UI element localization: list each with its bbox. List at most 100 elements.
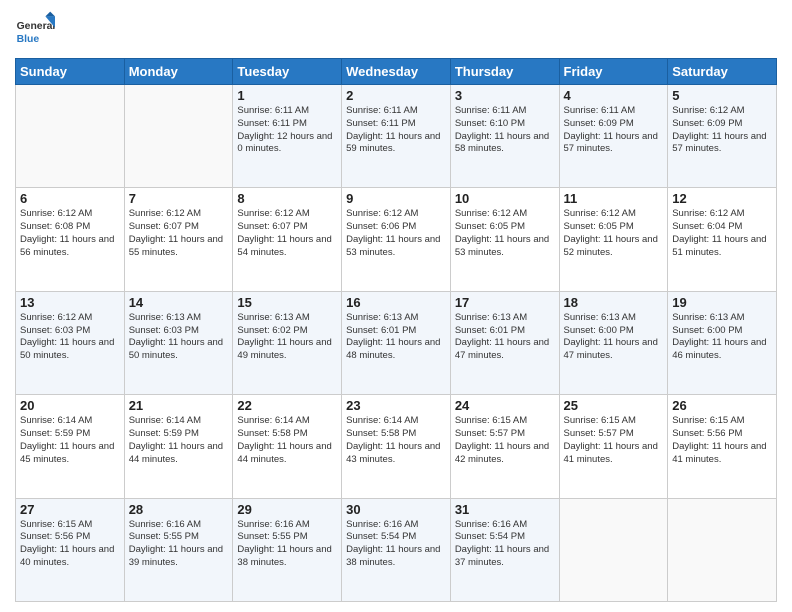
- page: General Blue SundayMondayTuesdayWednesda…: [0, 0, 792, 612]
- day-number: 7: [129, 191, 229, 206]
- day-number: 22: [237, 398, 337, 413]
- calendar-cell: 9 Sunrise: 6:12 AMSunset: 6:06 PMDaylight…: [342, 188, 451, 291]
- calendar-cell: 13Sunrise: 6:12 AMSunset: 6:03 PMDayligh…: [16, 291, 125, 394]
- generalblue-logo-icon: General Blue: [15, 10, 55, 50]
- day-info: Sunrise: 6:13 AMSunset: 6:01 PMDaylight:…: [455, 312, 555, 363]
- calendar-cell: 28Sunrise: 6:16 AMSunset: 5:55 PMDayligh…: [124, 498, 233, 601]
- calendar-cell: 26 Sunrise: 6:15 AMSunset: 5:56 PMDayligh…: [668, 395, 777, 498]
- day-info: Sunrise: 6:16 AMSunset: 5:54 PMDaylight:…: [346, 519, 446, 570]
- calendar-cell: 21Sunrise: 6:14 AMSunset: 5:59 PMDayligh…: [124, 395, 233, 498]
- day-number: 14: [129, 295, 229, 310]
- day-number: 28: [129, 502, 229, 517]
- day-number: 16: [346, 295, 446, 310]
- day-info: Sunrise: 6:14 AMSunset: 5:58 PMDaylight:…: [346, 415, 446, 466]
- day-info: Sunrise: 6:13 AMSunset: 6:00 PMDaylight:…: [564, 312, 664, 363]
- calendar-cell: 8Sunrise: 6:12 AMSunset: 6:07 PMDaylight…: [233, 188, 342, 291]
- weekday-header-friday: Friday: [559, 59, 668, 85]
- calendar-cell: [124, 85, 233, 188]
- calendar-cell: 29Sunrise: 6:16 AMSunset: 5:55 PMDayligh…: [233, 498, 342, 601]
- calendar-cell: 7 Sunrise: 6:12 AMSunset: 6:07 PMDaylight…: [124, 188, 233, 291]
- day-info: Sunrise: 6:12 AMSunset: 6:08 PMDaylight:…: [20, 208, 120, 259]
- day-number: 18: [564, 295, 664, 310]
- calendar-cell: 1 Sunrise: 6:11 AMSunset: 6:11 PMDaylight…: [233, 85, 342, 188]
- weekday-header-wednesday: Wednesday: [342, 59, 451, 85]
- day-info: Sunrise: 6:12 AMSunset: 6:07 PMDaylight:…: [129, 208, 229, 259]
- calendar-cell: 20Sunrise: 6:14 AMSunset: 5:59 PMDayligh…: [16, 395, 125, 498]
- day-info: Sunrise: 6:11 AMSunset: 6:09 PMDaylight:…: [564, 105, 664, 156]
- day-number: 1: [237, 88, 337, 103]
- day-number: 9: [346, 191, 446, 206]
- calendar-cell: 22Sunrise: 6:14 AMSunset: 5:58 PMDayligh…: [233, 395, 342, 498]
- day-info: Sunrise: 6:12 AMSunset: 6:05 PMDaylight:…: [455, 208, 555, 259]
- day-number: 4: [564, 88, 664, 103]
- header: General Blue: [15, 10, 777, 50]
- svg-text:General: General: [17, 21, 55, 32]
- day-number: 2: [346, 88, 446, 103]
- day-info: Sunrise: 6:12 AMSunset: 6:03 PMDaylight:…: [20, 312, 120, 363]
- calendar-cell: 14 Sunrise: 6:13 AMSunset: 6:03 PMDayligh…: [124, 291, 233, 394]
- calendar-cell: 31 Sunrise: 6:16 AMSunset: 5:54 PMDayligh…: [450, 498, 559, 601]
- day-number: 20: [20, 398, 120, 413]
- weekday-header-sunday: Sunday: [16, 59, 125, 85]
- day-info: Sunrise: 6:13 AMSunset: 6:00 PMDaylight:…: [672, 312, 772, 363]
- calendar-cell: 2 Sunrise: 6:11 AMSunset: 6:11 PMDaylight…: [342, 85, 451, 188]
- calendar-cell: [559, 498, 668, 601]
- day-number: 17: [455, 295, 555, 310]
- calendar-cell: [16, 85, 125, 188]
- calendar-cell: 5Sunrise: 6:12 AMSunset: 6:09 PMDaylight…: [668, 85, 777, 188]
- weekday-header-saturday: Saturday: [668, 59, 777, 85]
- calendar-cell: 3Sunrise: 6:11 AMSunset: 6:10 PMDaylight…: [450, 85, 559, 188]
- calendar-cell: 16 Sunrise: 6:13 AMSunset: 6:01 PMDayligh…: [342, 291, 451, 394]
- calendar-cell: 11 Sunrise: 6:12 AMSunset: 6:05 PMDayligh…: [559, 188, 668, 291]
- calendar-week-row-2: 6Sunrise: 6:12 AMSunset: 6:08 PMDaylight…: [16, 188, 777, 291]
- day-info: Sunrise: 6:13 AMSunset: 6:01 PMDaylight:…: [346, 312, 446, 363]
- day-info: Sunrise: 6:12 AMSunset: 6:04 PMDaylight:…: [672, 208, 772, 259]
- day-info: Sunrise: 6:12 AMSunset: 6:09 PMDaylight:…: [672, 105, 772, 156]
- day-number: 31: [455, 502, 555, 517]
- weekday-header-monday: Monday: [124, 59, 233, 85]
- calendar-cell: 17 Sunrise: 6:13 AMSunset: 6:01 PMDayligh…: [450, 291, 559, 394]
- day-number: 25: [564, 398, 664, 413]
- day-info: Sunrise: 6:11 AMSunset: 6:11 PMDaylight:…: [346, 105, 446, 156]
- day-info: Sunrise: 6:16 AMSunset: 5:54 PMDaylight:…: [455, 519, 555, 570]
- day-info: Sunrise: 6:12 AMSunset: 6:05 PMDaylight:…: [564, 208, 664, 259]
- calendar-week-row-3: 13Sunrise: 6:12 AMSunset: 6:03 PMDayligh…: [16, 291, 777, 394]
- day-number: 10: [455, 191, 555, 206]
- svg-text:Blue: Blue: [17, 34, 40, 45]
- day-number: 19: [672, 295, 772, 310]
- calendar-cell: 18 Sunrise: 6:13 AMSunset: 6:00 PMDayligh…: [559, 291, 668, 394]
- calendar-cell: 30 Sunrise: 6:16 AMSunset: 5:54 PMDayligh…: [342, 498, 451, 601]
- day-number: 27: [20, 502, 120, 517]
- day-info: Sunrise: 6:15 AMSunset: 5:57 PMDaylight:…: [455, 415, 555, 466]
- calendar-cell: 23 Sunrise: 6:14 AMSunset: 5:58 PMDayligh…: [342, 395, 451, 498]
- logo: General Blue: [15, 10, 59, 50]
- day-number: 8: [237, 191, 337, 206]
- day-info: Sunrise: 6:13 AMSunset: 6:02 PMDaylight:…: [237, 312, 337, 363]
- day-number: 21: [129, 398, 229, 413]
- day-number: 24: [455, 398, 555, 413]
- day-number: 11: [564, 191, 664, 206]
- day-info: Sunrise: 6:12 AMSunset: 6:06 PMDaylight:…: [346, 208, 446, 259]
- day-info: Sunrise: 6:13 AMSunset: 6:03 PMDaylight:…: [129, 312, 229, 363]
- calendar-table: SundayMondayTuesdayWednesdayThursdayFrid…: [15, 58, 777, 602]
- weekday-header-row: SundayMondayTuesdayWednesdayThursdayFrid…: [16, 59, 777, 85]
- calendar-cell: 25 Sunrise: 6:15 AMSunset: 5:57 PMDayligh…: [559, 395, 668, 498]
- day-info: Sunrise: 6:11 AMSunset: 6:11 PMDaylight:…: [237, 105, 337, 156]
- calendar-cell: 12 Sunrise: 6:12 AMSunset: 6:04 PMDayligh…: [668, 188, 777, 291]
- day-number: 23: [346, 398, 446, 413]
- day-number: 12: [672, 191, 772, 206]
- day-number: 15: [237, 295, 337, 310]
- day-info: Sunrise: 6:15 AMSunset: 5:56 PMDaylight:…: [672, 415, 772, 466]
- calendar-week-row-1: 1 Sunrise: 6:11 AMSunset: 6:11 PMDaylight…: [16, 85, 777, 188]
- day-number: 26: [672, 398, 772, 413]
- day-number: 29: [237, 502, 337, 517]
- weekday-header-thursday: Thursday: [450, 59, 559, 85]
- day-info: Sunrise: 6:15 AMSunset: 5:57 PMDaylight:…: [564, 415, 664, 466]
- day-info: Sunrise: 6:15 AMSunset: 5:56 PMDaylight:…: [20, 519, 120, 570]
- weekday-header-tuesday: Tuesday: [233, 59, 342, 85]
- calendar-cell: 4 Sunrise: 6:11 AMSunset: 6:09 PMDaylight…: [559, 85, 668, 188]
- calendar-cell: [668, 498, 777, 601]
- day-number: 30: [346, 502, 446, 517]
- calendar-cell: 15 Sunrise: 6:13 AMSunset: 6:02 PMDayligh…: [233, 291, 342, 394]
- calendar-cell: 10 Sunrise: 6:12 AMSunset: 6:05 PMDayligh…: [450, 188, 559, 291]
